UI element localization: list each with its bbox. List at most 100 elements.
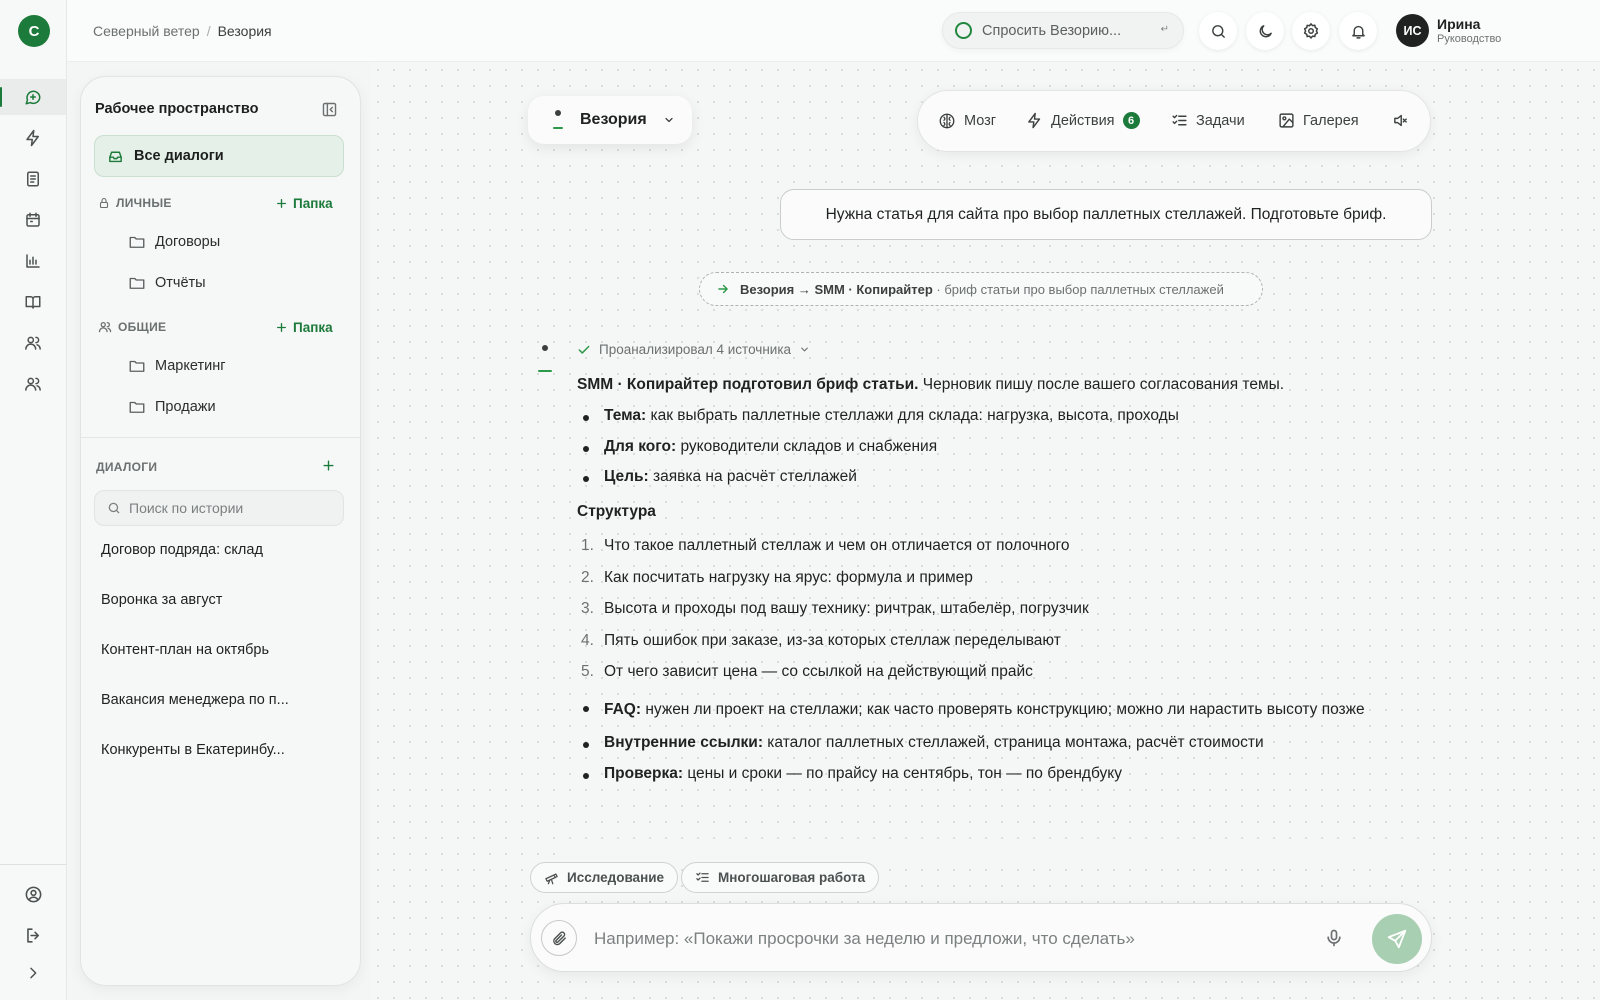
- breadcrumb: Северный ветер / Везория: [93, 23, 272, 39]
- rail-analytics[interactable]: [0, 243, 66, 279]
- meta-text: руководители складов и снабжения: [676, 437, 938, 455]
- multistep-mode-chip[interactable]: Многошаговая работа: [681, 862, 880, 893]
- add-personal-folder-button[interactable]: Папка: [275, 196, 333, 211]
- rail-chat[interactable]: [0, 79, 66, 115]
- extra-text: каталог паллетных стеллажей, страница мо…: [763, 733, 1264, 751]
- folder-icon: [129, 236, 145, 248]
- actions-label: Действия: [1051, 112, 1115, 129]
- extra-text: нужен ли проект на стеллажи; как часто п…: [641, 700, 1365, 718]
- search-icon: [1211, 24, 1225, 38]
- user-avatar[interactable]: ИС: [1396, 14, 1429, 47]
- agent-toolbar: Мозг Действия 6 Задачи Галерея: [917, 90, 1431, 152]
- ask-assistant-input[interactable]: Спросить Везорию... ↵: [942, 12, 1184, 49]
- extra-label: Проверка:: [604, 765, 684, 783]
- folder-label: Договоры: [155, 234, 221, 250]
- users-icon: [25, 377, 41, 391]
- agent-selector[interactable]: Везория: [528, 96, 692, 144]
- rail-knowledge[interactable]: [0, 284, 66, 320]
- image-icon: [1279, 113, 1294, 128]
- list-item: Для кого: руководители складов и снабжен…: [577, 436, 1417, 458]
- extra-label: FAQ:: [604, 700, 642, 718]
- add-folder-label: Папка: [293, 196, 333, 211]
- gallery-button[interactable]: Галерея: [1278, 112, 1359, 129]
- app-logo[interactable]: С: [18, 15, 50, 47]
- rail-users[interactable]: [0, 366, 66, 402]
- agent-route-badge[interactable]: Везория → SMM · Копирайтер · бриф статьи…: [699, 272, 1263, 306]
- folder-item[interactable]: Отчёты: [128, 274, 206, 292]
- speaker-mute-icon: [1394, 114, 1407, 127]
- tasks-label: Задачи: [1196, 112, 1245, 129]
- lock-icon: [99, 197, 109, 209]
- sidebar-title: Рабочее пространство: [95, 101, 259, 117]
- rail-team[interactable]: [0, 325, 66, 361]
- theme-toggle-button[interactable]: [1246, 12, 1284, 50]
- rail-documents[interactable]: [0, 161, 66, 197]
- history-search-input[interactable]: Поиск по истории: [94, 490, 344, 526]
- rail-calendar[interactable]: [0, 202, 66, 238]
- agent-avatar-icon: [538, 345, 552, 372]
- mute-button[interactable]: [1392, 112, 1409, 129]
- folder-item[interactable]: Продажи: [128, 398, 216, 416]
- dialogs-section-label: ДИАЛОГИ: [96, 460, 158, 474]
- lightning-icon: [1028, 112, 1041, 129]
- tasks-button[interactable]: Задачи: [1171, 112, 1245, 129]
- research-mode-chip[interactable]: Исследование: [530, 862, 679, 893]
- history-item[interactable]: Вакансия менеджера по п...: [101, 692, 289, 708]
- add-shared-folder-button[interactable]: Папка: [275, 320, 333, 335]
- history-item[interactable]: Договор подряда: склад: [101, 542, 263, 558]
- plus-icon: [277, 323, 286, 332]
- folder-icon: [129, 277, 145, 289]
- actions-button[interactable]: Действия 6: [1026, 112, 1140, 129]
- user-name[interactable]: Ирина: [1437, 16, 1480, 32]
- collapse-sidebar-button[interactable]: [321, 101, 338, 118]
- meta-text: как выбрать паллетные стеллажи для склад…: [646, 407, 1179, 425]
- reply-intro-text: Черновик пишу после вашего согласования …: [918, 376, 1285, 393]
- checklist-icon: [696, 872, 709, 882]
- extra-label: Внутренние ссылки:: [604, 733, 763, 751]
- breadcrumb-workspace[interactable]: Северный ветер: [93, 23, 200, 39]
- list-number: 4.: [581, 631, 594, 649]
- send-icon: [1387, 929, 1407, 949]
- settings-button[interactable]: [1292, 12, 1330, 50]
- history-item[interactable]: Конкуренты в Екатеринбу...: [101, 742, 285, 758]
- list-text: Пять ошибок при заказе, из-за которых ст…: [604, 631, 1061, 649]
- microphone-icon: [1327, 929, 1341, 947]
- reply-intro: SMM · Копирайтер подготовил бриф статьи.…: [577, 374, 1417, 396]
- all-dialogs-item[interactable]: Все диалоги: [94, 135, 344, 177]
- new-dialog-button[interactable]: [321, 458, 336, 473]
- send-button[interactable]: [1372, 914, 1422, 964]
- list-item: 5. От чего зависит цена — со ссылкой на д…: [577, 661, 1417, 683]
- section-personal-label: ЛИЧНЫЕ: [116, 196, 172, 210]
- rail-profile[interactable]: [0, 876, 66, 912]
- folder-item[interactable]: Договоры: [128, 233, 220, 251]
- list-item: Тема: как выбрать паллетные стеллажи для…: [577, 405, 1417, 427]
- message-composer[interactable]: Например: «Покажи просрочки за неделю и …: [530, 903, 1432, 972]
- rail-logout[interactable]: [0, 917, 66, 953]
- folder-label: Маркетинг: [155, 358, 226, 374]
- check-icon: [578, 345, 590, 354]
- route-text: Везория → SMM · Копирайтер · бриф статьи…: [740, 282, 1224, 297]
- logout-icon: [26, 927, 39, 943]
- folder-item[interactable]: Маркетинг: [128, 357, 226, 375]
- book-icon: [25, 296, 41, 309]
- rail-actions[interactable]: [0, 120, 66, 156]
- attach-button[interactable]: [541, 920, 577, 956]
- all-dialogs-label: Все диалоги: [134, 148, 224, 164]
- route-from: Везория: [740, 281, 795, 297]
- history-item[interactable]: Воронка за август: [101, 592, 222, 608]
- message-input-placeholder[interactable]: Например: «Покажи просрочки за неделю и …: [594, 929, 1135, 949]
- brain-button[interactable]: Мозг: [938, 112, 996, 130]
- history-item[interactable]: Контент-план на октябрь: [101, 642, 269, 658]
- list-text: От чего зависит цена — со ссылкой на дей…: [604, 663, 1033, 681]
- route-to: SMM · Копирайтер: [814, 281, 933, 297]
- assistant-status-icon: [955, 22, 972, 39]
- folder-label: Отчёты: [155, 275, 206, 291]
- list-item: Цель: заявка на расчёт стеллажей: [577, 466, 1417, 488]
- search-button[interactable]: [1199, 12, 1237, 50]
- rail-expand[interactable]: [0, 955, 66, 991]
- notifications-button[interactable]: [1339, 12, 1377, 50]
- checklist-icon: [1172, 114, 1187, 126]
- list-text: Как посчитать нагрузку на ярус: формула …: [604, 568, 973, 586]
- sources-analyzed-toggle[interactable]: Проанализировал 4 источника: [577, 342, 810, 357]
- voice-input-button[interactable]: [1324, 928, 1344, 948]
